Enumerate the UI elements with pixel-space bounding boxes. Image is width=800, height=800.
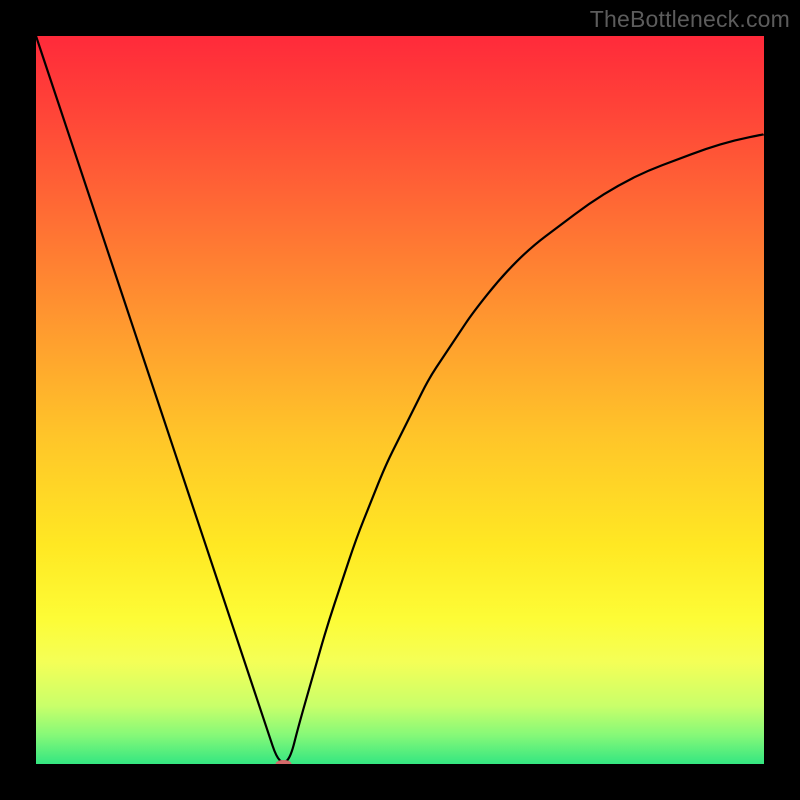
chart-frame: TheBottleneck.com (0, 0, 800, 800)
plot-area (36, 36, 764, 764)
chart-svg (36, 36, 764, 764)
watermark-text: TheBottleneck.com (590, 6, 790, 33)
gradient-background (36, 36, 764, 764)
